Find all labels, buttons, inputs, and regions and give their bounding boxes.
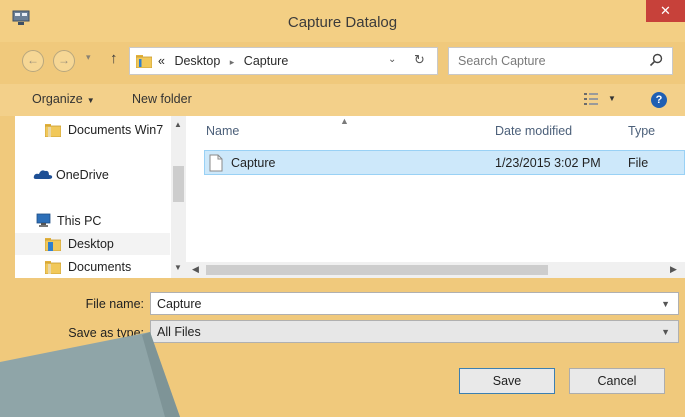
nav-item-label: Desktop [68,237,114,251]
cancel-button[interactable]: Cancel [569,368,665,394]
breadcrumb: « Desktop ▸ Capture [158,54,288,68]
nav-scroll-thumb[interactable] [173,166,184,202]
search-input[interactable]: Search Capture [458,54,546,68]
nav-item-onedrive[interactable]: OneDrive [15,164,170,186]
nav-item-label: This PC [57,214,102,228]
column-header-name-label: Name [206,124,240,138]
view-dropdown-icon[interactable]: ▼ [608,94,616,103]
scroll-left-icon[interactable]: ◀ [192,264,199,275]
breadcrumb-separator-icon[interactable]: ▸ [224,57,241,67]
organize-label: Organize [32,92,83,106]
nav-item-documents[interactable]: Documents [15,256,170,278]
address-dropdown-icon[interactable]: ⌄ [388,54,396,65]
save-dialog-window: Capture Datalog ✕ ← → ▾ ↑ « Desktop ▸ Ca… [0,0,685,417]
command-bar: Organize ▼ New folder ▼ ? [0,84,685,116]
close-button[interactable]: ✕ [646,0,685,22]
nav-scrollbar[interactable]: ▲ ▼ [171,116,186,278]
file-icon [209,154,223,172]
back-button[interactable]: ← [22,50,44,72]
breadcrumb-overflow[interactable]: « [158,54,165,68]
nav-item-label: Documents Win7 [68,123,164,137]
horizontal-scrollbar[interactable]: ◀ ▶ [186,262,685,278]
breadcrumb-item-capture[interactable]: Capture [244,54,288,68]
organize-menu[interactable]: Organize ▼ [32,92,95,106]
file-date-cell: 1/23/2015 3:02 PM [495,156,601,170]
save-as-type-select[interactable]: All Files ▼ [150,320,679,343]
cloud-icon [33,170,53,179]
chevron-down-icon[interactable]: ▼ [661,327,670,337]
scroll-down-icon[interactable]: ▼ [174,263,182,272]
folder-icon [45,124,61,137]
search-icon [649,53,663,67]
computer-icon [36,213,51,227]
scroll-right-icon[interactable]: ▶ [670,264,677,275]
file-name-cell: Capture [231,156,276,170]
sort-ascending-icon: ▲ [340,116,349,126]
file-name-label: File name: [85,297,144,311]
close-icon: ✕ [660,3,671,18]
up-arrow-icon[interactable]: ↑ [110,50,118,67]
file-name-input[interactable]: Capture [157,297,201,311]
breadcrumb-item-desktop[interactable]: Desktop [168,54,220,68]
chevron-down-icon[interactable]: ▼ [661,299,670,309]
column-header-date-modified[interactable]: Date modified [495,124,572,138]
table-row[interactable]: Capture 1/23/2015 3:02 PM File [204,150,685,175]
scroll-up-icon[interactable]: ▲ [174,120,182,129]
view-options-icon[interactable] [584,93,598,105]
file-name-field[interactable]: Capture ▼ [150,292,679,315]
recent-locations-chevron-icon[interactable]: ▾ [86,52,91,63]
column-header-name[interactable]: Name [206,124,239,138]
desktop-folder-icon [45,238,61,251]
horizontal-scroll-thumb[interactable] [206,265,548,275]
nav-item-this-pc[interactable]: This PC [15,210,170,232]
file-type-cell: File [628,156,649,170]
forward-button[interactable]: → [53,50,75,72]
nav-item-desktop[interactable]: Desktop [15,233,170,255]
search-box[interactable]: Search Capture [448,47,673,75]
file-list-pane: Name ▲ Date modified Type Capture 1/23/2… [186,116,685,278]
folder-icon [45,261,61,274]
help-icon[interactable]: ? [651,92,667,108]
refresh-icon[interactable]: ↻ [414,52,425,68]
nav-item-label: OneDrive [56,168,109,182]
overlay-card-shape [0,332,180,417]
nav-item-label: Documents [68,260,132,274]
column-header-type[interactable]: Type [628,124,655,138]
navigation-pane: Documents Win7 OneDrive This PC Desktop [15,116,186,278]
address-bar[interactable]: « Desktop ▸ Capture ⌄ ↻ [129,47,438,75]
back-arrow-icon: ← [27,53,39,67]
nav-item-documents-win7[interactable]: Documents Win7 [15,119,170,141]
forward-arrow-icon: → [58,53,70,67]
new-folder-button[interactable]: New folder [132,92,192,106]
title-bar[interactable]: Capture Datalog ✕ [0,0,685,42]
save-button[interactable]: Save [459,368,555,394]
caret-down-icon: ▼ [86,96,95,105]
folder-icon [136,55,152,68]
window-title: Capture Datalog [287,14,398,31]
